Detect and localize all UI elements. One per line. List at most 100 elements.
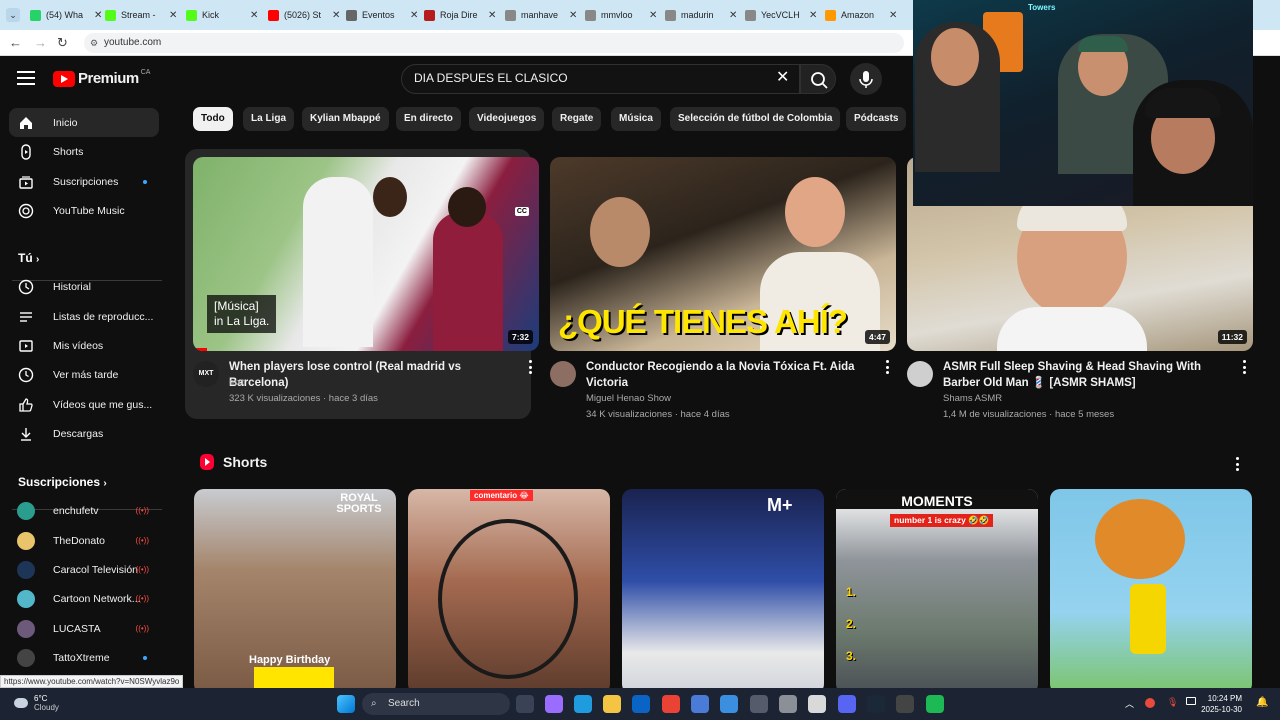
short-card[interactable]: M+ [622,489,824,688]
tab-close-icon[interactable]: ✕ [729,10,737,21]
windows-start-icon[interactable] [337,695,355,713]
sidebar-subscription[interactable]: Cartoon Network... ((•)) [9,584,159,613]
tab-close-icon[interactable]: ✕ [94,10,102,21]
channel-avatar[interactable] [907,361,933,387]
tab-close-icon[interactable]: ✕ [410,10,418,21]
tab-close-icon[interactable]: ✕ [169,10,177,21]
video-thumbnail[interactable]: [Música] in La Liga. CC 7:32 [193,157,539,351]
browser-tab[interactable]: Eventos ✕ [346,4,418,26]
search-button[interactable] [800,64,836,94]
browser-tab[interactable]: YecVCLH ✕ [745,4,817,26]
video-title[interactable]: Conductor Recogiendo a la Novia Tóxica F… [586,359,872,391]
steam-icon[interactable] [867,695,885,713]
youtube-premium-logo[interactable]: Premium CA [53,69,150,87]
filter-chip[interactable]: Todo [193,107,233,131]
short-card[interactable]: MOMENTS number 1 is crazy 🤣🤣 1. 2. 3. [836,489,1038,688]
browser-tab[interactable]: manhave ✕ [505,4,577,26]
tab-search-button[interactable]: ⌄ [6,8,20,22]
sidebar-item-my-videos[interactable]: Mis vídeos [9,331,159,360]
forward-icon[interactable]: → [34,35,47,50]
menu-icon[interactable] [17,71,35,85]
filter-chip[interactable]: Kylian Mbappé [302,107,389,131]
sidebar-item-youtube-music[interactable]: YouTube Music [9,196,159,225]
task-view-icon[interactable] [516,695,534,713]
sidebar-subscription[interactable]: TattoXtreme [9,643,159,672]
channel-avatar[interactable] [550,361,576,387]
video-card[interactable]: ¿QUÉ TIENES AHÍ? 4:47 Conductor Recogiendo… [542,149,896,420]
file-explorer-icon[interactable] [603,695,621,713]
browser-tab[interactable]: Amazon ✕ [825,4,897,26]
subscriptions-section-heading[interactable]: Suscripciones › [18,475,107,489]
browser-tab[interactable]: Kick ✕ [186,4,258,26]
browser-tab[interactable]: Roja Dire ✕ [424,4,496,26]
clear-search-icon[interactable]: ✕ [776,67,789,87]
sidebar-item-history[interactable]: Historial [9,272,159,301]
taskbar-clock[interactable]: 10:24 PM 2025-10-30 [1198,693,1242,715]
filter-chip[interactable]: En directo [396,107,461,131]
sidebar-item-like[interactable]: Vídeos que me gus... [9,390,159,419]
filter-chip[interactable]: La Liga [243,107,295,131]
sidebar-subscription[interactable]: LUCASTA ((•)) [9,614,159,643]
filter-chip[interactable]: Música [611,107,661,131]
short-card[interactable]: comentario 😂 [408,489,610,688]
copilot-icon[interactable] [545,695,563,713]
sidebar-item-download[interactable]: Descargas [9,419,159,448]
search-input[interactable] [414,71,754,85]
more-options-icon[interactable] [1239,360,1249,378]
chrome-icon[interactable] [662,695,680,713]
tab-close-icon[interactable]: ✕ [809,10,817,21]
filter-chip[interactable]: Pódcasts [846,107,907,131]
url-field[interactable]: ⚙ youtube.com [84,33,904,53]
channel-name[interactable]: Miguel Henao Show [586,393,671,404]
microphone-tray-icon[interactable]: 🎙 [1167,697,1178,708]
sidebar-item-inicio[interactable]: Inicio [9,108,159,137]
you-section-heading[interactable]: Tú › [18,251,39,265]
browser-tab[interactable]: mmvloo ✕ [585,4,657,26]
sidebar-item-shorts[interactable]: Shorts [9,137,159,166]
outlook-icon[interactable] [632,695,650,713]
browser-tab[interactable]: (5026) St ✕ [268,4,340,26]
shorts-more-options-icon[interactable] [1232,457,1242,475]
more-options-icon[interactable] [882,360,892,378]
video-card[interactable]: [Música] in La Liga. CC 7:32 MXT When player… [185,149,539,419]
store-icon[interactable] [691,695,709,713]
video-title[interactable]: When players lose control (Real madrid v… [229,359,515,391]
sidebar-item-suscripciones[interactable]: Suscripciones [9,167,159,196]
weather-widget[interactable]: 6°C Cloudy [14,694,59,712]
video-title[interactable]: ASMR Full Sleep Shaving & Head Shaving W… [943,359,1229,391]
sidebar-subscription[interactable]: Caracol Televisión ((•)) [9,555,159,584]
browser-tab[interactable]: madurin ✕ [665,4,737,26]
network-icon[interactable] [1186,697,1196,705]
spotify-icon[interactable] [926,695,944,713]
tray-app-icon[interactable] [1145,698,1155,708]
short-card[interactable]: ROYAL SPORTS Happy Birthday [194,489,396,688]
tab-close-icon[interactable]: ✕ [250,10,258,21]
obs-icon[interactable] [896,695,914,713]
filter-chip[interactable]: Videojuegos [469,107,545,131]
tab-close-icon[interactable]: ✕ [649,10,657,21]
discord-icon[interactable] [838,695,856,713]
tab-close-icon[interactable]: ✕ [488,10,496,21]
sidebar-subscription[interactable]: enchufetv ((•)) [9,496,159,525]
video-thumbnail[interactable]: ¿QUÉ TIENES AHÍ? 4:47 [550,157,896,351]
sidebar-subscription[interactable]: TheDonato ((•)) [9,526,159,555]
channel-name[interactable]: mxt [229,377,244,388]
short-card[interactable] [1050,489,1252,688]
tab-close-icon[interactable]: ✕ [889,10,897,21]
filter-chip[interactable]: Selección de fútbol de Colombia [670,107,841,131]
browser-tab[interactable]: (54) Wha ✕ [30,4,102,26]
voice-search-button[interactable] [850,63,882,95]
channel-name[interactable]: Shams ASMR [943,393,1002,404]
sidebar-item-playlist[interactable]: Listas de reproducc... [9,302,159,331]
edge-icon[interactable] [574,695,592,713]
tray-overflow-icon[interactable]: ︿ [1125,697,1134,710]
channel-avatar[interactable]: MXT [193,361,219,387]
more-options-icon[interactable] [525,360,535,378]
apps-icon[interactable] [750,695,768,713]
vscode-icon[interactable] [720,695,738,713]
reload-icon[interactable]: ↻ [57,35,68,51]
browser-tab[interactable]: Stream - ✕ [105,4,177,26]
notifications-icon[interactable]: 🔔 [1256,697,1268,708]
back-icon[interactable]: ← [9,35,22,50]
filter-chip[interactable]: Regate [552,107,602,131]
